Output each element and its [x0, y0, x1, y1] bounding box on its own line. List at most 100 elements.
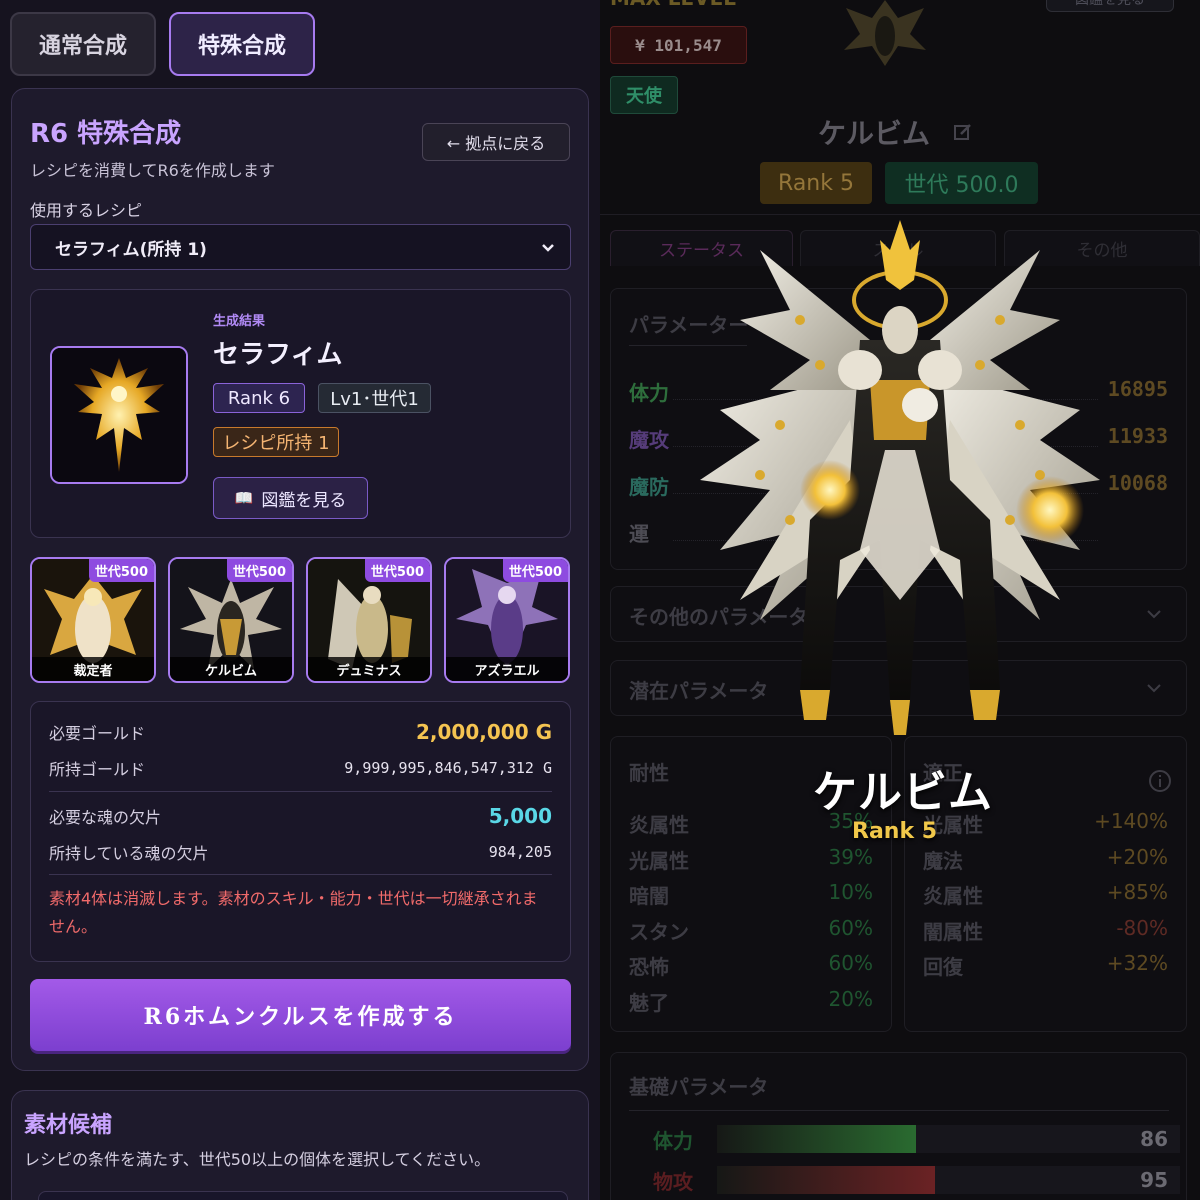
card-subtitle: レシピを消費してR6を作成します: [30, 161, 275, 180]
affinity-value: +140%: [1094, 809, 1168, 833]
resistance-label: 魅了: [629, 990, 669, 1015]
cost-summary: 必要ゴールド 2,000,000 G 所持ゴールド 9,999,995,846,…: [30, 701, 571, 962]
divider: [49, 874, 552, 875]
warning-text: 素材4体は消滅します。素材のスキル・能力・世代は一切継承されません。: [49, 889, 538, 936]
parameter-label: 体力: [629, 381, 669, 405]
recipe-select[interactable]: セラフィム(所持 1): [30, 224, 571, 270]
resistance-label: スタン: [629, 919, 689, 944]
edit-icon[interactable]: [953, 122, 973, 142]
candidates-title: 素材候補: [24, 1113, 113, 1138]
required-shards-value: 5,000: [488, 804, 552, 828]
result-label: 生成結果: [213, 314, 266, 329]
resistance-value: 10%: [828, 880, 873, 904]
synthesis-panel: 通常合成 特殊合成 R6 特殊合成 レシピを消費してR6を作成します ← 拠点に…: [0, 0, 600, 1200]
affinity-value: +85%: [1106, 880, 1168, 904]
resistance-label: 恐怖: [629, 955, 669, 979]
required-gold-value: 2,000,000 G: [416, 720, 552, 744]
chevron-down-icon: [1147, 610, 1161, 619]
level-generation-badge: Lv1･世代1: [318, 383, 431, 413]
owned-shards-value: 984,205: [488, 843, 552, 861]
candidates-list[interactable]: [38, 1191, 568, 1200]
divider: [600, 214, 1200, 215]
material-name: アズラエル: [446, 657, 568, 681]
money-badge: ¥ 101,547: [610, 26, 747, 64]
rank-badge: Rank 6: [213, 383, 305, 413]
owned-shards-label: 所持している魂の欠片: [49, 844, 209, 863]
resistance-value: 60%: [828, 915, 873, 940]
overlay-character-rank: Rank 5: [852, 819, 938, 844]
required-shards-row: 必要な魂の欠片 5,000: [49, 804, 552, 828]
divider: [49, 791, 552, 792]
creature-name: ケルビム: [818, 117, 931, 150]
info-icon[interactable]: [1148, 769, 1172, 793]
result-card: 生成結果 セラフィム Rank 6 Lv1･世代1 レシピ所持 1 📖 図鑑を見…: [30, 289, 571, 538]
base-param-value: 95: [1140, 1168, 1168, 1192]
generation-badge: 世代500: [364, 559, 430, 582]
base-param-label: 体力: [653, 1129, 693, 1153]
owned-gold-label: 所持ゴールド: [49, 760, 146, 779]
top-right-button[interactable]: 図鑑を見る: [1046, 0, 1174, 12]
kerubim-character-art: [700, 220, 1100, 735]
material-slot-1[interactable]: 世代500 裁定者: [30, 557, 156, 683]
required-gold-row: 必要ゴールド 2,000,000 G: [49, 720, 552, 744]
affinity-value: +32%: [1106, 951, 1168, 975]
resistance-value: 20%: [828, 986, 873, 1011]
resistance-value: 60%: [828, 951, 873, 975]
base-param-panel: 基礎パラメータ 体力 86 物攻 95: [610, 1052, 1187, 1200]
affinity-label: 炎属性: [923, 884, 983, 908]
r6-synthesis-card: R6 特殊合成 レシピを消費してR6を作成します ← 拠点に戻る 使用するレシピ…: [11, 88, 589, 1071]
card-title: R6 特殊合成: [30, 119, 182, 149]
material-candidates-card: 素材候補 レシピの条件を満たす、世代50以上の個体を選択してください。: [11, 1090, 589, 1200]
create-r6-button[interactable]: R6ホムンクルスを作成する: [30, 979, 571, 1051]
base-param-bar: [717, 1125, 1180, 1153]
owned-shards-row: 所持している魂の欠片 984,205: [49, 840, 552, 864]
generation-badge: 世代500: [226, 559, 292, 582]
base-param-bar: [717, 1166, 1180, 1194]
affinity-value: -80%: [1116, 915, 1168, 940]
seraphim-portrait: [50, 346, 188, 484]
overlay-character-name: ケルビム: [813, 767, 993, 818]
parameter-label: 運: [629, 522, 649, 546]
resistance-title: 耐性: [629, 761, 669, 785]
base-param-value: 86: [1140, 1127, 1168, 1151]
resistance-label: 炎属性: [629, 813, 689, 837]
candidates-subtitle: レシピの条件を満たす、世代50以上の個体を選択してください。: [24, 1150, 491, 1169]
parameter-value: 10068: [1107, 471, 1168, 495]
base-param-title: 基礎パラメータ: [629, 1075, 769, 1099]
book-button-label: 図鑑を見る: [261, 490, 347, 511]
affinity-label: 魔法: [923, 848, 963, 873]
affinity-label: 回復: [923, 955, 963, 979]
base-param-bar-fill: [717, 1125, 916, 1153]
chevron-down-icon: [1147, 684, 1161, 693]
affinity-value: +20%: [1106, 844, 1168, 869]
material-name: 裁定者: [32, 657, 154, 681]
required-shards-label: 必要な魂の欠片: [49, 808, 162, 827]
chevron-down-icon: [542, 244, 554, 252]
material-slot-2[interactable]: 世代500 ケルビム: [168, 557, 294, 683]
affinity-label: 闇属性: [923, 919, 983, 944]
view-encyclopedia-button[interactable]: 📖 図鑑を見る: [213, 477, 368, 519]
material-slot-3[interactable]: 世代500 デュミナス: [306, 557, 432, 683]
parameter-label: 魔防: [629, 475, 669, 499]
race-badge: 天使: [610, 76, 678, 114]
book-icon: 📖: [234, 489, 254, 507]
base-param-bar-fill: [717, 1166, 935, 1194]
generation-badge: 世代500: [88, 559, 154, 582]
header-creature-thumbnail: [844, 0, 926, 66]
generation-badge: 世代500: [502, 559, 568, 582]
material-slot-4[interactable]: 世代500 アズラエル: [444, 557, 570, 683]
result-name: セラフィム: [213, 340, 343, 370]
generation-badge: 世代 500.0: [885, 162, 1038, 204]
tab-normal-synthesis[interactable]: 通常合成: [10, 12, 156, 76]
max-level-label: MAX LEVEL: [610, 0, 736, 10]
parameter-label: 魔攻: [629, 428, 669, 452]
parameter-value: 16895: [1107, 377, 1168, 401]
resistance-value: 39%: [828, 844, 873, 869]
parameter-value: 11933: [1107, 424, 1168, 448]
material-name: デュミナス: [308, 657, 430, 681]
resistance-label: 暗闇: [629, 884, 669, 908]
owned-gold-row: 所持ゴールド 9,999,995,846,547,312 G: [49, 756, 552, 780]
back-to-base-button[interactable]: ← 拠点に戻る: [422, 123, 570, 161]
tab-special-synthesis[interactable]: 特殊合成: [169, 12, 315, 76]
owned-gold-value: 9,999,995,846,547,312 G: [344, 759, 552, 777]
